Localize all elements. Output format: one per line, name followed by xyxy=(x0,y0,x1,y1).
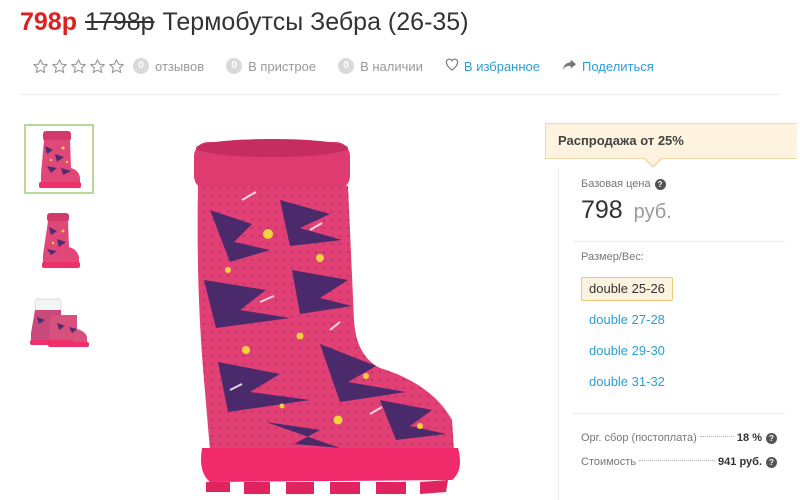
in-stock-count-badge: 0 xyxy=(338,58,355,74)
header-divider xyxy=(20,94,780,95)
panel-divider xyxy=(573,241,785,242)
star-icon[interactable] xyxy=(70,58,87,75)
panel-divider xyxy=(573,413,785,414)
leader-dots xyxy=(639,460,716,461)
cost-row: Стоимость 941 руб. ? xyxy=(581,456,777,468)
size-option-27-28[interactable]: double 27-28 xyxy=(581,308,673,332)
star-icon[interactable] xyxy=(89,58,106,75)
cost-label: Стоимость xyxy=(581,456,637,468)
product-title: Термобутсы Зебра (26-35) xyxy=(162,8,469,36)
org-fee-value: 18 % xyxy=(736,432,762,444)
share-link[interactable]: Поделиться xyxy=(562,59,654,74)
pink-boot-image xyxy=(194,139,460,494)
leader-dots xyxy=(699,436,734,437)
in-cart-label: В пристрое xyxy=(248,58,317,74)
thumbnail-boot-pair[interactable] xyxy=(24,286,94,356)
size-label: Размер/Вес: xyxy=(581,251,644,263)
base-price-currency: руб. xyxy=(633,201,672,223)
reviews-label: отзывов xyxy=(155,58,205,74)
reviews-link[interactable]: 0 отзывов xyxy=(133,58,204,74)
add-to-favorites-link[interactable]: В избранное xyxy=(445,58,540,74)
product-title-row: 798р 1798р Термобутсы Зебра (26-35) xyxy=(20,8,469,44)
size-options: double 25-26 double 27-28 double 29-30 d… xyxy=(581,277,673,401)
in-cart-indicator: 0 В пристрое xyxy=(226,58,316,74)
org-fee-row: Орг. сбор (постоплата) 18 % ? xyxy=(581,432,777,444)
main-product-image[interactable] xyxy=(170,130,470,500)
rating-stars[interactable] xyxy=(32,58,127,75)
in-cart-count-badge: 0 xyxy=(226,58,243,74)
base-price-label: Базовая цена xyxy=(581,178,651,190)
sale-banner: Распродажа от 25% xyxy=(545,123,797,159)
favorites-label: В избранное xyxy=(463,58,541,74)
boot-thumbnail-image xyxy=(30,298,89,347)
size-option-25-26[interactable]: double 25-26 xyxy=(581,277,673,301)
heart-icon xyxy=(445,58,464,74)
thumbnail-boot-front[interactable] xyxy=(24,124,94,194)
in-stock-label: В наличии xyxy=(360,58,423,74)
old-price: 1798р xyxy=(84,8,155,36)
size-option-29-30[interactable]: double 29-30 xyxy=(581,339,673,363)
cost-value: 941 руб. xyxy=(718,456,762,468)
star-icon[interactable] xyxy=(51,58,68,75)
org-fee-label: Орг. сбор (постоплата) xyxy=(581,432,697,444)
base-price: 798 руб. xyxy=(581,196,672,225)
sale-banner-arrow xyxy=(643,157,663,168)
star-icon[interactable] xyxy=(32,58,49,75)
share-arrow-icon xyxy=(562,59,582,74)
reviews-count-badge: 0 xyxy=(133,58,149,74)
share-label: Поделиться xyxy=(582,58,654,74)
thumbnail-boot-side[interactable] xyxy=(24,205,94,275)
question-icon[interactable]: ? xyxy=(766,456,777,468)
boot-thumbnail-image xyxy=(39,131,81,188)
question-icon[interactable]: ? xyxy=(766,432,777,444)
sale-price: 798р xyxy=(20,8,77,36)
in-stock-indicator: 0 В наличии xyxy=(338,58,423,74)
size-option-31-32[interactable]: double 31-32 xyxy=(581,370,673,394)
price-panel: Базовая цена ? 798 руб. Размер/Вес: doub… xyxy=(558,168,798,500)
boot-thumbnail-image xyxy=(42,213,80,268)
product-meta-row: 0 отзывов 0 В пристрое 0 В наличии В изб… xyxy=(32,56,676,76)
base-price-value: 798 xyxy=(581,196,623,224)
star-icon[interactable] xyxy=(108,58,125,75)
thumbnail-list xyxy=(24,124,96,367)
question-icon[interactable]: ? xyxy=(654,178,666,190)
base-price-label-row: Базовая цена ? xyxy=(581,178,666,190)
